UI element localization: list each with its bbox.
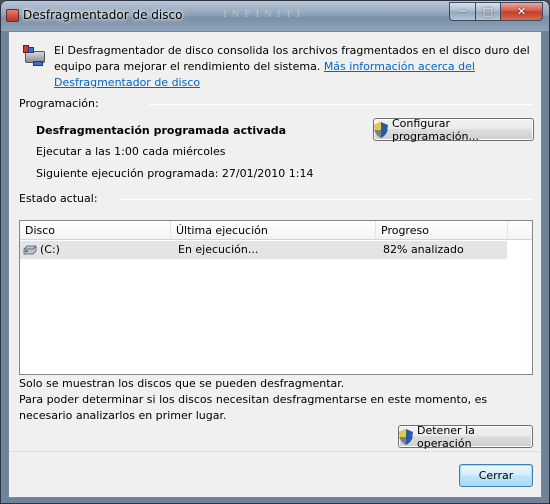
close-icon: ✕ — [516, 5, 527, 18]
stop-operation-button[interactable]: Detener la operación — [398, 423, 533, 450]
disk-name: (C:) — [40, 243, 60, 256]
close-button[interactable]: Cerrar — [459, 464, 533, 487]
schedule-status: Desfragmentación programada activada — [36, 124, 287, 137]
configure-schedule-label: Configurar programación... — [392, 116, 479, 143]
hard-drive-icon — [23, 245, 37, 255]
uac-shield-icon — [374, 121, 388, 138]
current-status-divider — [121, 199, 533, 200]
column-header-progress[interactable]: Progreso — [376, 221, 508, 240]
notes-text: Solo se muestran los discos que se puede… — [19, 376, 529, 424]
maximize-icon: □ — [482, 5, 494, 18]
schedule-section-label: Programación: — [19, 97, 99, 110]
close-window-button[interactable]: ✕ — [500, 2, 543, 21]
disk-row[interactable]: (C:) En ejecución... 82% analizado — [20, 241, 507, 259]
uac-shield-icon — [399, 428, 413, 445]
window-title: Desfragmentador de disco — [23, 8, 183, 22]
column-header-last-run[interactable]: Última ejecución — [171, 221, 376, 240]
disk-last-run: En ejecución... — [178, 243, 259, 256]
schedule-next-run: Siguiente ejecución programada: 27/01/20… — [36, 167, 314, 180]
dialog-footer: Cerrar — [9, 451, 541, 497]
caption-buttons: ─ □ ✕ — [449, 2, 543, 22]
stop-operation-label: Detener la operación — [417, 423, 475, 450]
minimize-icon: ─ — [459, 5, 466, 18]
current-status-section-label: Estado actual: — [19, 192, 98, 205]
minimize-button[interactable]: ─ — [449, 2, 475, 21]
defrag-window: Desfragmentador de disco INFINITI ─ □ ✕ … — [0, 0, 550, 504]
disk-list-header: Disco Última ejecución Progreso — [20, 221, 532, 240]
schedule-divider — [149, 104, 533, 105]
configure-schedule-button[interactable]: Configurar programación... — [373, 116, 534, 143]
disk-list[interactable]: Disco Última ejecución Progreso (C:) En … — [19, 220, 533, 375]
defrag-app-icon — [23, 45, 45, 69]
column-header-disk[interactable]: Disco — [20, 221, 171, 240]
note-line-1: Solo se muestran los discos que se puede… — [19, 377, 345, 390]
schedule-run-at: Ejecutar a las 1:00 cada miércoles — [36, 145, 226, 158]
maximize-button[interactable]: □ — [475, 2, 500, 21]
theme-watermark: INFINITI — [223, 10, 306, 20]
disk-progress: 82% analizado — [383, 243, 464, 256]
note-line-2: Para poder determinar si los discos nece… — [19, 393, 488, 422]
dialog-body: El Desfragmentador de disco consolida lo… — [8, 31, 542, 498]
defrag-icon — [6, 9, 19, 22]
title-bar[interactable]: Desfragmentador de disco INFINITI ─ □ ✕ — [1, 1, 549, 31]
intro-text: El Desfragmentador de disco consolida lo… — [54, 43, 538, 107]
